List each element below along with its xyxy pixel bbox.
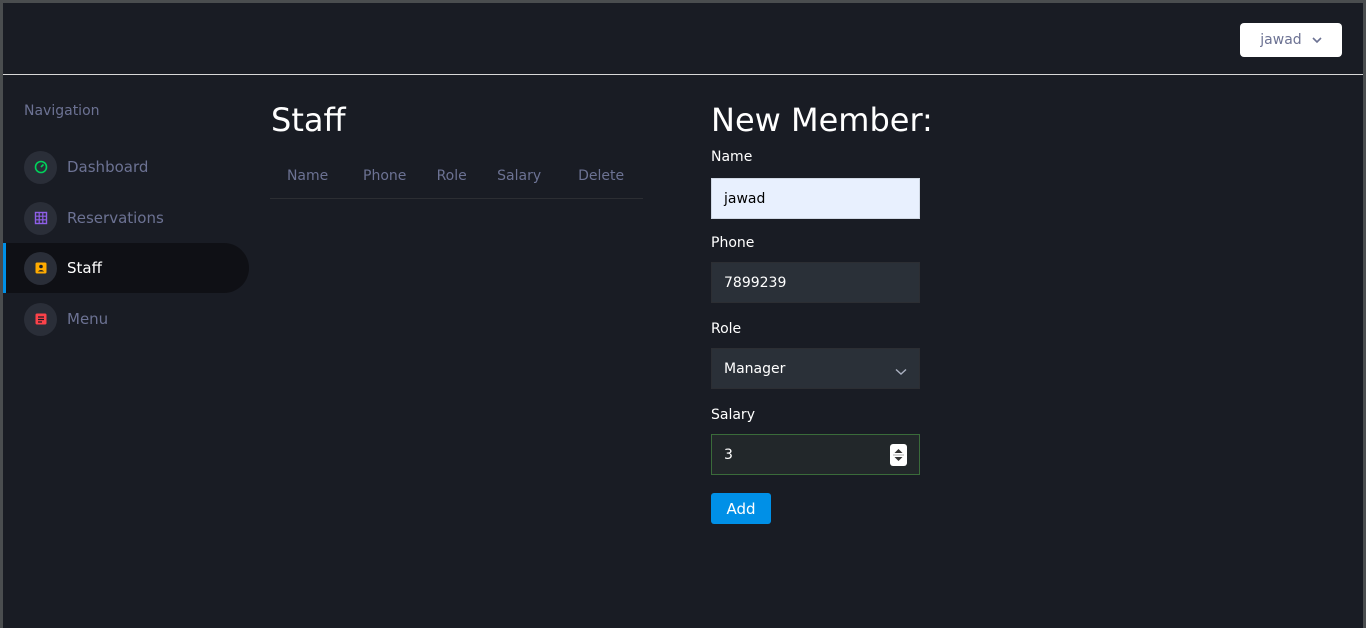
phone-input-value: 7899239 [724,274,787,291]
sidebar-heading: Navigation [24,103,100,119]
chevron-down-icon [1312,36,1322,44]
staff-table: Name Phone Role Salary Delete [270,158,643,199]
speedometer-icon [24,150,57,184]
top-navbar: jawad [3,3,1363,75]
column-header-delete: Delete [578,168,625,184]
number-spinner[interactable] [890,444,907,466]
role-select[interactable]: Manager [711,348,920,389]
sidebar: Navigation Dashboard Reservations Staff … [3,75,253,628]
table-grid-icon [24,201,57,235]
note-icon [24,302,57,336]
column-header-name: Name [286,168,329,184]
sidebar-item-label: Staff [67,259,102,277]
phone-label: Phone [711,235,755,251]
salary-label: Salary [711,407,755,423]
sidebar-item-reservations[interactable]: Reservations [3,193,249,243]
name-label: Name [711,149,753,165]
contacts-icon [24,251,57,285]
new-member-title: New Member: [711,101,933,139]
name-input[interactable]: jawad [711,178,920,219]
user-dropdown-button[interactable]: jawad [1240,23,1342,57]
table-header-row: Name Phone Role Salary Delete [270,158,643,198]
sidebar-item-dashboard[interactable]: Dashboard [3,142,249,192]
sidebar-item-menu[interactable]: Menu [3,294,249,344]
salary-input-value: 3 [724,446,733,463]
column-header-phone: Phone [363,168,407,184]
sidebar-item-label: Reservations [67,209,164,227]
role-label: Role [711,321,742,337]
name-input-value: jawad [724,190,766,207]
add-member-button[interactable]: Add [711,493,771,524]
sidebar-item-label: Dashboard [67,158,149,176]
column-header-salary: Salary [497,168,542,184]
user-name: jawad [1260,32,1302,48]
sidebar-item-label: Menu [67,310,109,328]
sidebar-item-staff[interactable]: Staff [3,243,249,293]
phone-input[interactable]: 7899239 [711,262,920,303]
app-window: jawad Navigation Dashboard Reservations … [3,3,1363,628]
column-header-role: Role [436,168,467,184]
staff-page-title: Staff [271,101,346,139]
chevron-down-icon [895,364,907,380]
role-select-value: Manager [724,360,786,377]
salary-input[interactable]: 3 [711,434,920,475]
